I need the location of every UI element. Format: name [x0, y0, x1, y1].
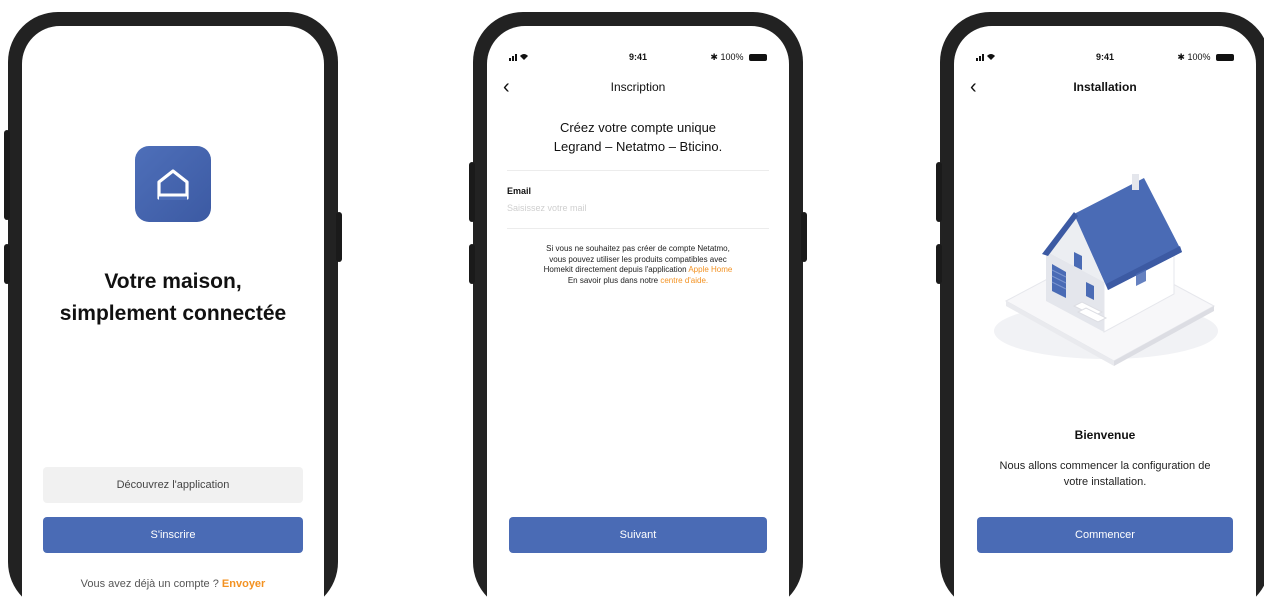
side-button — [336, 212, 342, 262]
nav-bar: ‹ Installation — [954, 76, 1256, 98]
signup-button[interactable]: S'inscrire — [43, 517, 303, 553]
phone-frame-installation: 9:41 ✱ 100% ‹ Installation Bienvenue Nou… — [936, 12, 1264, 612]
divider — [507, 170, 769, 171]
desc-line-2: votre installation. — [1063, 476, 1147, 488]
info-line-4: En savoir plus dans notre centre d'aide. — [503, 276, 773, 287]
next-button[interactable]: Suivant — [509, 517, 767, 553]
login-link[interactable]: Envoyer — [222, 578, 265, 590]
side-button — [469, 162, 475, 222]
signup-screen: 9:41 ✱ 100% ‹ Inscription Créez votre co… — [487, 26, 789, 612]
side-button — [4, 244, 10, 284]
side-button — [936, 244, 942, 284]
login-prompt-text: Vous avez déjà un compte ? — [80, 578, 219, 590]
info-line-3: Homekit directement depuis l'application… — [503, 265, 773, 276]
welcome-screen: Votre maison, simplement connectée Décou… — [22, 26, 324, 612]
phone-frame-welcome: Votre maison, simplement connectée Décou… — [4, 12, 342, 612]
status-bar: 9:41 ✱ 100% — [976, 52, 1234, 66]
discover-app-button[interactable]: Découvrez l'application — [43, 467, 303, 503]
email-label: Email — [507, 186, 532, 196]
login-prompt: Vous avez déjà un compte ? Envoyer — [22, 578, 324, 590]
side-button — [4, 130, 10, 220]
nav-title: Installation — [1073, 80, 1137, 94]
welcome-title: Bienvenue — [1074, 428, 1136, 442]
signup-heading: Créez votre compte unique Legrand – Neta… — [487, 118, 789, 156]
battery-percent: 100% — [720, 52, 744, 62]
status-bar: 9:41 ✱ 100% — [509, 52, 767, 66]
house-illustration — [986, 156, 1226, 366]
bluetooth-icon: ✱ — [710, 52, 718, 62]
welcome-description: Nous allons commencer la configuration d… — [974, 458, 1236, 490]
battery-icon — [1216, 54, 1234, 62]
help-center-link[interactable]: centre d'aide. — [660, 276, 708, 285]
nav-title: Inscription — [610, 80, 666, 94]
info-line-2: vous pouvez utiliser les produits compat… — [549, 254, 727, 264]
desc-line-1: Nous allons commencer la configuration d… — [999, 460, 1211, 472]
headline-line-1: Votre maison, — [104, 270, 242, 293]
info-line-3-text: Homekit directement depuis l'application — [543, 265, 687, 274]
side-button — [801, 212, 807, 262]
heading-line-2: Legrand – Netatmo – Bticino. — [553, 139, 723, 154]
home-icon — [135, 146, 211, 222]
headline-line-2: simplement connectée — [59, 302, 287, 325]
info-line-4-text: En savoir plus dans notre — [567, 275, 659, 285]
battery-percent: 100% — [1187, 52, 1211, 62]
info-text: Si vous ne souhaitez pas créer de compte… — [503, 244, 773, 286]
battery-status: ✱ 100% — [1177, 52, 1234, 63]
installation-screen: 9:41 ✱ 100% ‹ Installation Bienvenue Nou… — [954, 26, 1256, 612]
nav-bar: ‹ Inscription — [487, 76, 789, 98]
apple-home-link[interactable]: Apple Home — [688, 265, 732, 274]
side-button — [936, 162, 942, 222]
welcome-headline: Votre maison, simplement connectée — [22, 266, 324, 330]
battery-icon — [749, 54, 767, 62]
heading-line-1: Créez votre compte unique — [559, 120, 717, 135]
start-button[interactable]: Commencer — [977, 517, 1233, 553]
divider — [507, 228, 769, 229]
side-button — [469, 244, 475, 284]
phone-frame-signup: 9:41 ✱ 100% ‹ Inscription Créez votre co… — [469, 12, 807, 612]
bluetooth-icon: ✱ — [1177, 52, 1185, 62]
email-field[interactable] — [507, 200, 769, 216]
battery-status: ✱ 100% — [710, 52, 767, 63]
info-line-1: Si vous ne souhaitez pas créer de compte… — [546, 244, 730, 253]
